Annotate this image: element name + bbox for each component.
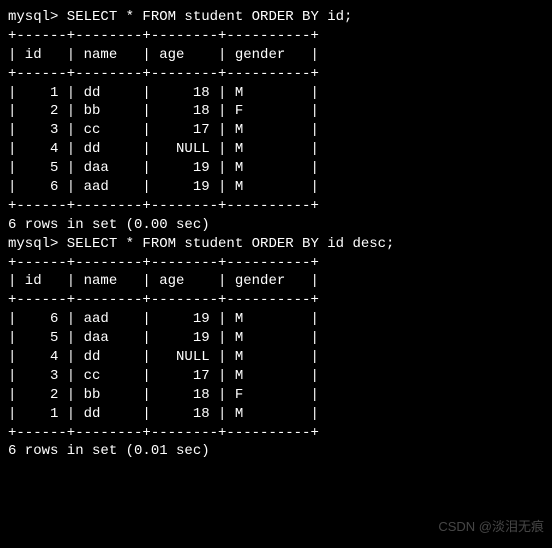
query-line: mysql> SELECT * FROM student ORDER BY id… xyxy=(8,8,544,27)
mysql-terminal: mysql> SELECT * FROM student ORDER BY id… xyxy=(8,8,544,461)
table-header: | id | name | age | gender | xyxy=(8,272,544,291)
query-line: mysql> SELECT * FROM student ORDER BY id… xyxy=(8,235,544,254)
table-row: | 4 | dd | NULL | M | xyxy=(8,140,544,159)
table-row: | 2 | bb | 18 | F | xyxy=(8,102,544,121)
table-separator: +------+--------+--------+----------+ xyxy=(8,197,544,216)
table-separator: +------+--------+--------+----------+ xyxy=(8,65,544,84)
table-row: | 5 | daa | 19 | M | xyxy=(8,159,544,178)
table-row: | 3 | cc | 17 | M | xyxy=(8,367,544,386)
table-separator: +------+--------+--------+----------+ xyxy=(8,424,544,443)
table-separator: +------+--------+--------+----------+ xyxy=(8,291,544,310)
table-row: | 2 | bb | 18 | F | xyxy=(8,386,544,405)
table-row: | 1 | dd | 18 | M | xyxy=(8,84,544,103)
table-separator: +------+--------+--------+----------+ xyxy=(8,254,544,273)
table-header: | id | name | age | gender | xyxy=(8,46,544,65)
table-row: | 4 | dd | NULL | M | xyxy=(8,348,544,367)
table-separator: +------+--------+--------+----------+ xyxy=(8,27,544,46)
table-row: | 6 | aad | 19 | M | xyxy=(8,178,544,197)
result-footer: 6 rows in set (0.01 sec) xyxy=(8,442,544,461)
result-footer: 6 rows in set (0.00 sec) xyxy=(8,216,544,235)
watermark: CSDN @淡泪无痕 xyxy=(438,518,544,536)
table-row: | 6 | aad | 19 | M | xyxy=(8,310,544,329)
table-row: | 3 | cc | 17 | M | xyxy=(8,121,544,140)
table-row: | 5 | daa | 19 | M | xyxy=(8,329,544,348)
table-row: | 1 | dd | 18 | M | xyxy=(8,405,544,424)
